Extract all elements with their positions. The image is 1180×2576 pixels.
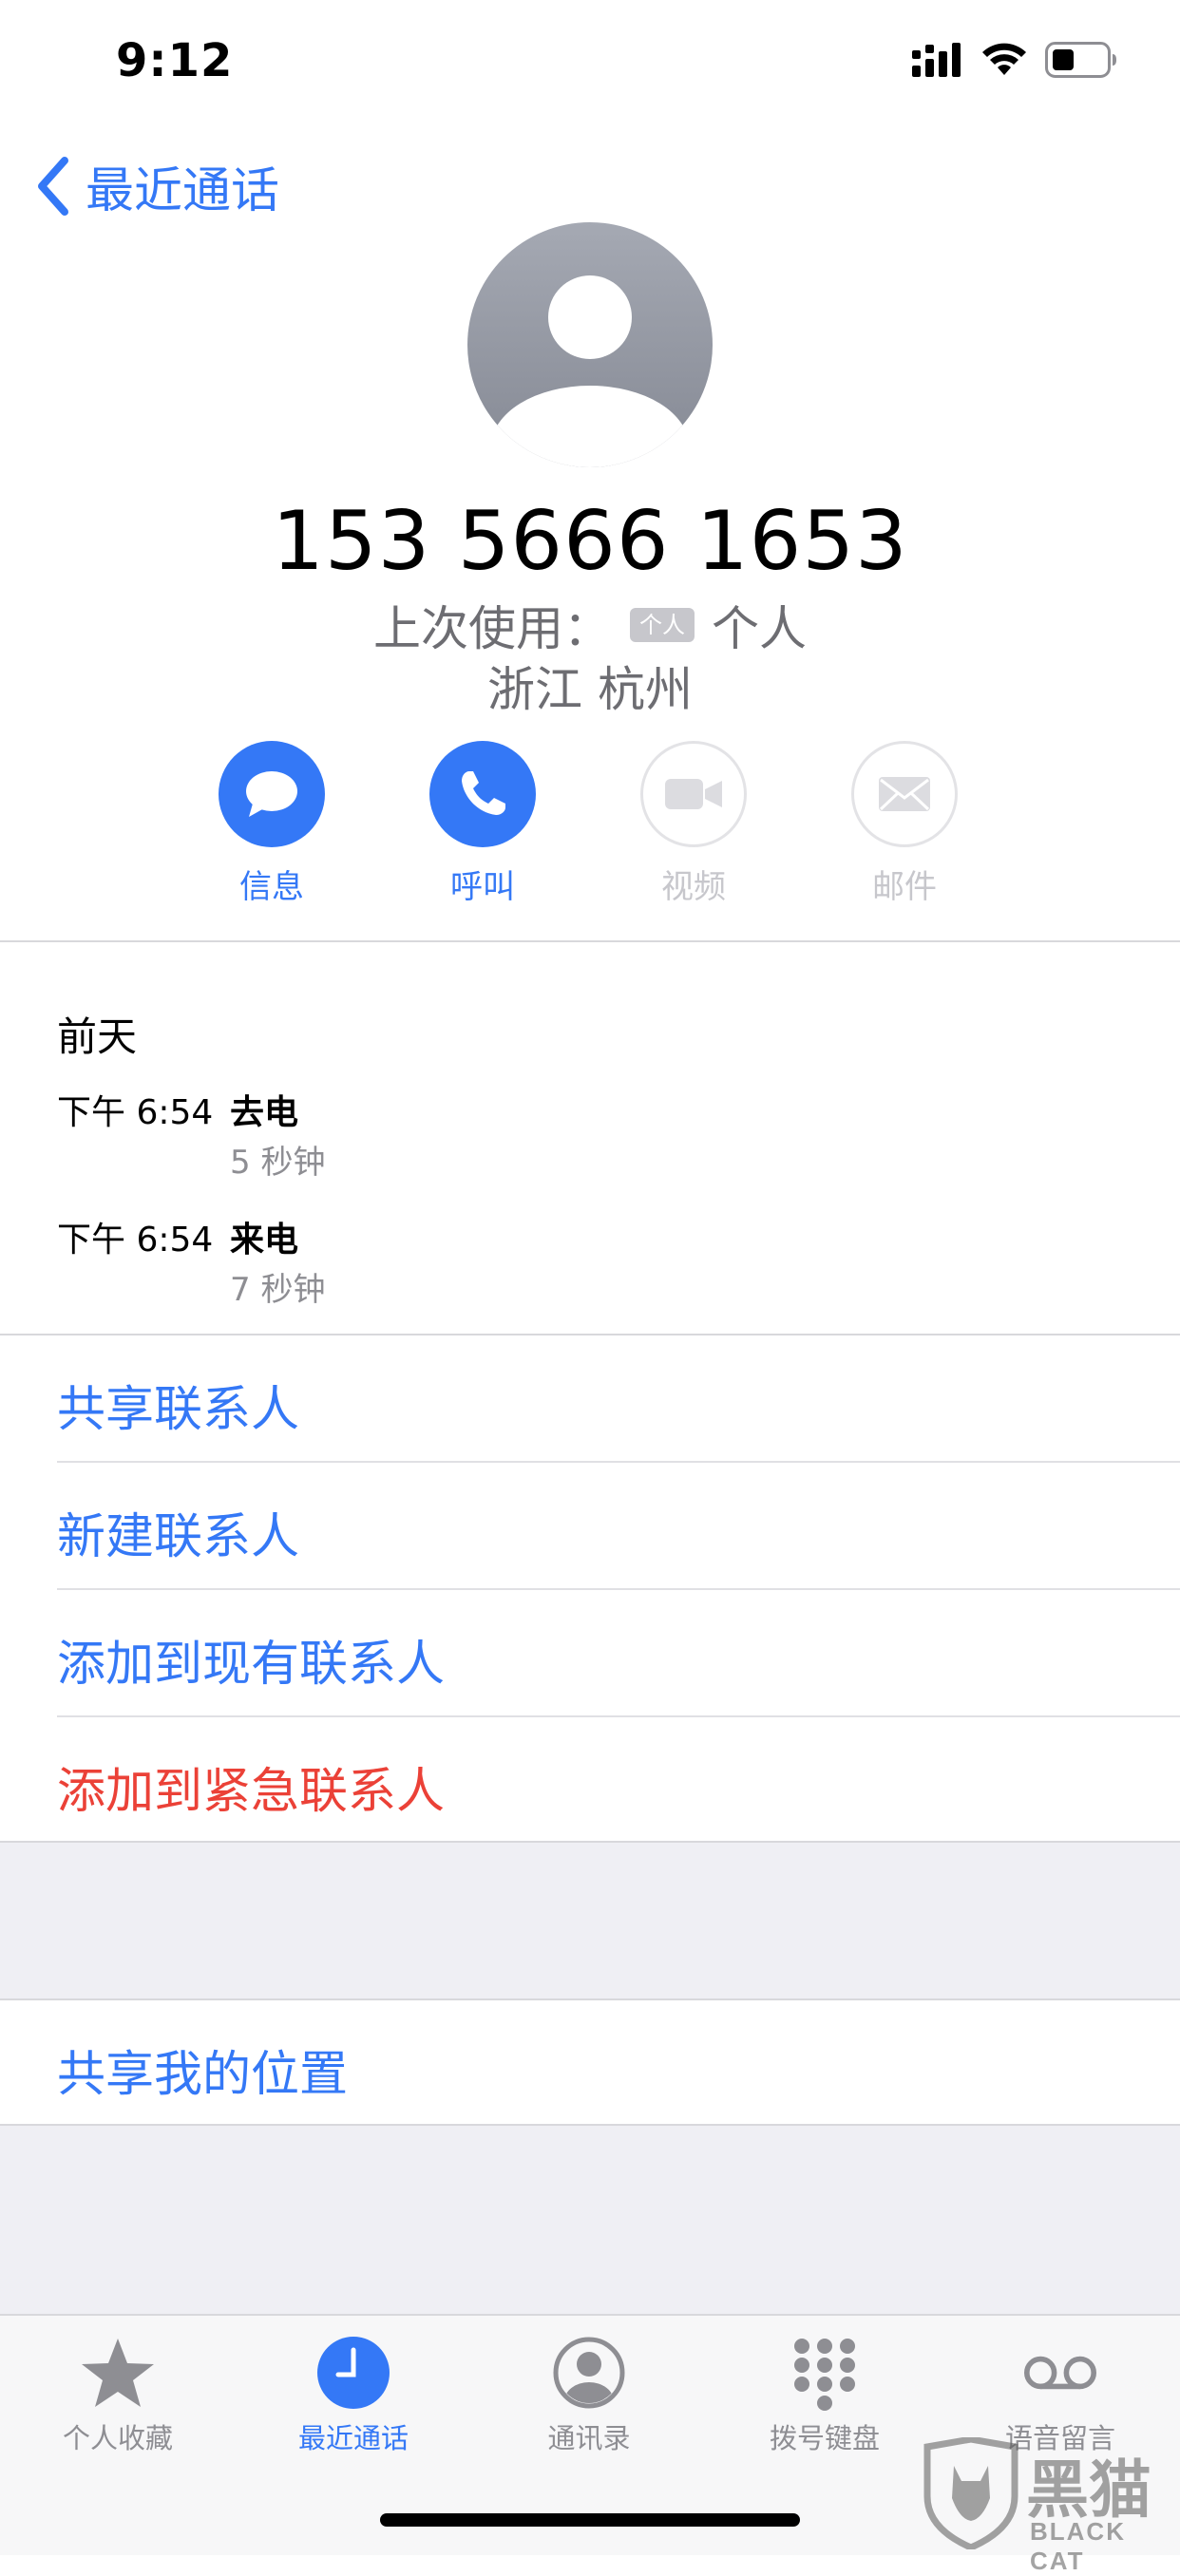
contacts-icon [553,2337,625,2409]
clock-icon [317,2337,390,2409]
caller-location: 浙江 杭州 [487,662,693,717]
signal-icon [912,43,961,77]
keypad-icon [794,2339,855,2411]
message-icon [246,771,297,817]
call-duration: 7 秒钟 [230,1271,326,1309]
status-time: 9:12 [116,34,234,87]
last-used-label: 上次使用： [373,601,611,656]
action-buttons: 信息 呼叫 视频 邮件 [0,741,1180,908]
tab-contacts[interactable]: 通讯录 [494,2335,684,2456]
tab-label: 个人收藏 [62,2422,173,2454]
watermark: 黑猫 BLACK CAT [922,2437,1180,2575]
video-button-label: 视频 [661,868,726,906]
mail-icon [879,777,930,811]
last-used-line: 上次使用： 个人 个人 [0,591,1180,659]
mail-button-label: 邮件 [872,868,937,906]
add-to-existing-contact-option[interactable]: 添加到现有联系人 [0,1590,1180,1715]
share-location-option[interactable]: 共享我的位置 [0,2000,1180,2126]
message-button[interactable]: 信息 [196,741,348,907]
call-duration: 5 秒钟 [230,1144,326,1182]
call-type: 来电 [230,1221,299,1260]
phone-number: 153 5666 1653 [272,494,908,589]
status-icons [912,42,1117,78]
avatar [467,222,713,467]
cat-logo-icon [923,2437,1018,2549]
tab-favorites[interactable]: 个人收藏 [23,2335,213,2456]
star-icon [82,2339,154,2407]
call-type: 去电 [230,1093,299,1132]
home-indicator [380,2513,800,2527]
back-button-label: 最近通话 [86,163,280,219]
section-spacer [0,1843,1180,1998]
call-button[interactable]: 呼叫 [407,741,559,907]
tab-keypad[interactable]: 拨号键盘 [730,2335,920,2456]
chevron-left-icon [38,157,68,216]
line-tag-badge: 个人 [630,608,695,642]
watermark-sub-text: BLACK CAT [1030,2517,1126,2575]
call-history-row: 下午 6:54 去电 5 秒钟 [57,1085,912,1189]
video-button[interactable]: 视频 [618,741,770,907]
battery-icon [1045,42,1116,78]
history-date: 前天 [57,1013,138,1060]
call-button-label: 呼叫 [450,868,515,906]
option-label: 添加到紧急联系人 [57,1764,446,1820]
divider [0,940,1180,942]
mail-button[interactable]: 邮件 [828,741,980,907]
add-to-emergency-contacts-option[interactable]: 添加到紧急联系人 [0,1717,1180,1843]
call-time: 下午 6:54 [57,1221,214,1260]
status-bar: 9:12 [0,0,1180,123]
share-contact-option[interactable]: 共享联系人 [0,1335,1180,1461]
tab-label: 最近通话 [297,2422,409,2454]
tab-label: 通讯录 [547,2422,631,2454]
voicemail-icon [1024,2356,1096,2390]
message-button-label: 信息 [239,868,304,906]
phone-icon [462,771,505,815]
section-spacer [0,2126,1180,2314]
new-contact-option[interactable]: 新建联系人 [0,1463,1180,1588]
call-history-row: 下午 6:54 来电 7 秒钟 [57,1212,912,1316]
last-used-value: 个人 [712,601,807,656]
option-label: 共享我的位置 [57,2047,349,2103]
call-time: 下午 6:54 [57,1093,214,1132]
wifi-icon [982,43,1026,75]
option-label: 添加到现有联系人 [57,1637,446,1693]
tab-recents[interactable]: 最近通话 [258,2335,448,2456]
tab-label: 拨号键盘 [769,2422,880,2454]
video-icon [665,779,722,809]
option-label: 新建联系人 [57,1509,300,1565]
back-button[interactable]: 最近通话 [34,152,279,220]
option-label: 共享联系人 [57,1382,300,1438]
